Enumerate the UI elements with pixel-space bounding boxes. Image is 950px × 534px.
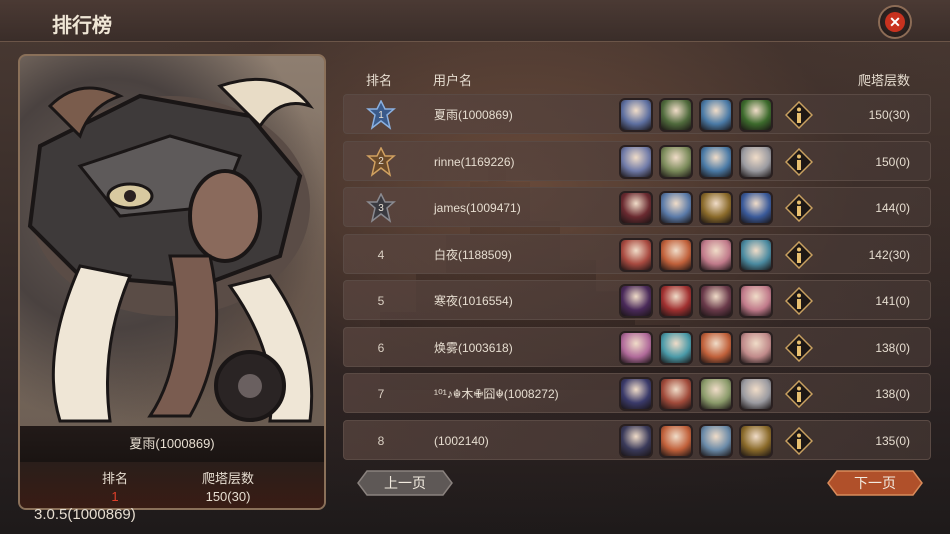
floor-count: 138(0) xyxy=(875,387,910,401)
rank-number: 6 xyxy=(377,340,385,355)
hero-avatar-icon xyxy=(699,144,733,179)
prev-page-button[interactable]: 上一页 xyxy=(357,470,453,496)
hero-avatar-icon xyxy=(739,423,773,458)
next-page-button[interactable]: 下一页 xyxy=(827,470,923,496)
hero-avatar-icon xyxy=(739,377,773,411)
info-icon[interactable] xyxy=(784,286,814,316)
rank-number: 5 xyxy=(377,294,385,308)
player-name: james(1009471) xyxy=(434,201,521,215)
rank-badge-icon: 3 xyxy=(366,193,396,223)
ranking-row[interactable]: 6 焕雾(1003618) 138(0) xyxy=(343,326,931,367)
hero-avatar-icon xyxy=(699,237,733,272)
page-title: 排行榜 xyxy=(52,15,112,37)
hero-avatar-icon xyxy=(619,237,653,272)
selected-floor-value: 150(30) xyxy=(205,489,251,504)
close-button[interactable]: ✕ xyxy=(878,5,912,39)
hero-portrait xyxy=(20,56,324,426)
hero-avatar-icon xyxy=(699,191,733,225)
selected-rank: 排名 1 xyxy=(90,468,140,504)
selected-player-card: 夏雨(1000869) 排名 1 爬塔层数 150(30) xyxy=(18,54,326,510)
floor-count: 150(30) xyxy=(868,108,910,122)
floor-count: 150(0) xyxy=(875,154,910,169)
info-icon[interactable] xyxy=(784,100,814,130)
info-icon[interactable] xyxy=(784,193,814,223)
rank-number: 4 xyxy=(377,247,385,262)
header-rank: 排名 xyxy=(366,73,393,88)
floor-count: 144(0) xyxy=(875,201,910,215)
rank-number: 8 xyxy=(377,433,385,448)
hero-avatar-icon xyxy=(739,98,773,132)
hero-avatar-icon xyxy=(699,284,733,318)
floor-count: 138(0) xyxy=(875,340,910,355)
player-name: 白夜(1188509) xyxy=(434,247,512,262)
player-name: (1002140) xyxy=(434,433,489,448)
selected-player-name: 夏雨(1000869) xyxy=(20,426,324,462)
player-name: 寒夜(1016554) xyxy=(434,294,513,308)
floor-count: 141(0) xyxy=(875,294,910,308)
player-name: rinne(1169226) xyxy=(434,154,515,169)
hero-avatar-icon xyxy=(699,423,733,458)
rank-number: 2 xyxy=(378,156,384,167)
rank-badge-icon: 2 xyxy=(366,146,396,177)
header-floor: 爬塔层数 xyxy=(858,73,911,88)
hero-avatar-icon xyxy=(739,284,773,318)
ranking-row[interactable]: 4 白夜(1188509) 142(30) xyxy=(343,233,931,274)
selected-player-stats: 排名 1 爬塔层数 150(30) xyxy=(20,462,324,508)
prev-page-label: 上一页 xyxy=(384,475,426,491)
rank-badge-icon: 1 xyxy=(366,100,396,130)
hero-avatar-icon xyxy=(659,330,693,365)
hero-avatar-icon xyxy=(739,144,773,179)
selected-rank-value: 1 xyxy=(111,489,119,504)
hero-avatar-icon xyxy=(659,191,693,225)
info-icon[interactable] xyxy=(784,147,814,176)
hero-avatar-icon xyxy=(659,284,693,318)
hero-avatar-icon xyxy=(619,144,653,179)
hero-avatar-icon xyxy=(739,330,773,365)
next-page-label: 下一页 xyxy=(854,475,896,491)
ranking-row[interactable]: 5 寒夜(1016554) 141(0) xyxy=(343,280,931,320)
rank-number: 1 xyxy=(378,109,384,121)
info-icon[interactable] xyxy=(784,240,814,269)
close-icon: ✕ xyxy=(885,12,905,32)
selected-floor-label: 爬塔层数 xyxy=(201,471,254,486)
hero-avatar-icon xyxy=(619,423,653,458)
hero-avatar-icon xyxy=(659,144,693,179)
info-icon[interactable] xyxy=(784,379,814,409)
selected-rank-label: 排名 xyxy=(101,471,128,486)
hero-avatar-icon xyxy=(699,377,733,411)
floor-count: 135(0) xyxy=(875,433,910,448)
hero-avatar-icon xyxy=(619,98,653,132)
ranking-row[interactable]: 1 夏雨(1000869) 150(30) xyxy=(343,94,931,134)
hero-avatar-icon xyxy=(659,377,693,411)
hero-avatar-icon xyxy=(619,330,653,365)
hero-avatar-icon xyxy=(659,423,693,458)
header-user: 用户名 xyxy=(433,73,473,88)
hero-avatar-icon xyxy=(739,237,773,272)
info-icon[interactable] xyxy=(784,426,814,455)
ranking-row[interactable]: 7 ¹⁰¹♪☬木✙囧☬(1008272) 138(0) xyxy=(343,373,931,413)
hero-avatar-icon xyxy=(699,330,733,365)
ranking-row[interactable]: 3 james(1009471) 144(0) xyxy=(343,187,931,227)
hero-avatar-icon xyxy=(659,98,693,132)
info-icon[interactable] xyxy=(784,333,814,362)
hero-avatar-icon xyxy=(619,377,653,411)
hero-avatar-icon xyxy=(699,98,733,132)
ranking-row[interactable]: 8 (1002140) 135(0) xyxy=(343,419,931,460)
selected-floor: 爬塔层数 150(30) xyxy=(188,468,268,504)
player-name: 焕雾(1003618) xyxy=(434,340,513,355)
rank-number: 3 xyxy=(378,202,384,214)
hero-avatar-icon xyxy=(619,191,653,225)
ranking-row[interactable]: 2 rinne(1169226) 150(0) xyxy=(343,140,931,181)
player-name: ¹⁰¹♪☬木✙囧☬(1008272) xyxy=(434,387,559,401)
hero-avatar-icon xyxy=(739,191,773,225)
hero-avatar-icon xyxy=(619,284,653,318)
top-bar: 排行榜 ✕ xyxy=(0,0,950,42)
rank-number: 7 xyxy=(377,387,385,401)
version-label: 3.0.5(1000869) xyxy=(34,506,136,523)
player-name: 夏雨(1000869) xyxy=(434,108,513,122)
hero-avatar-icon xyxy=(659,237,693,272)
floor-count: 142(30) xyxy=(868,247,910,262)
